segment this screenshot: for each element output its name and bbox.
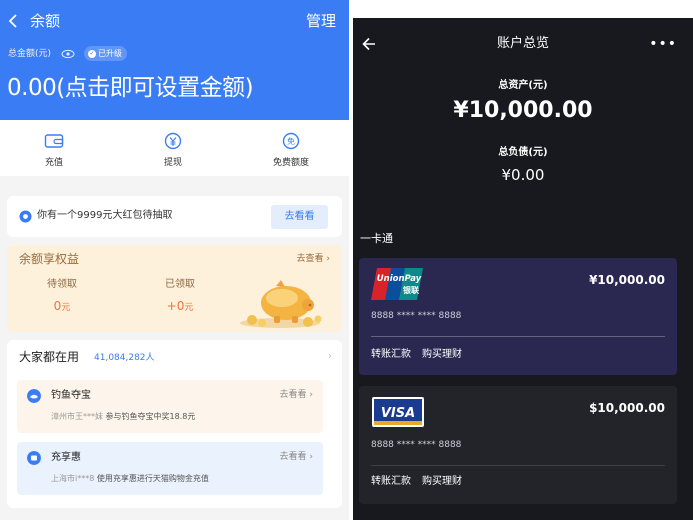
total-assets-value: ¥10,000.00 [453,98,593,123]
page-title: 账户总览 [496,36,549,51]
fishing-treasure-user: 漳州市王***妹 [51,412,103,421]
received-label: 已领取 [165,279,195,290]
balance-header: 余额 管理 总金额(元) ✓ 已升级 0.00(点击即可设置金额) [0,0,349,120]
unionpay-card[interactable]: UnionPay 银联 ¥10,000.00 8888 **** **** 88… [359,258,677,375]
free-quota-icon: 免 [282,132,300,150]
red-packet-banner: 你有一个9999元大红包待抽取 去看看 [7,196,342,237]
free-quota-label: 免费额度 [272,158,309,168]
piggy-bank-illustration [240,280,322,328]
manage-button[interactable]: 管理 [306,10,336,32]
set-amount-link[interactable]: 0.00(点击即可设置金额) [7,73,254,103]
chevron-left-icon [8,14,17,28]
charge-benefit-name: 充享惠 [51,452,81,463]
divider [371,336,665,337]
shield-icon: ✓ [88,49,96,58]
section-title: 一卡通 [360,232,393,245]
svg-text:银联: 银联 [402,285,419,295]
arrow-left-icon [362,37,375,51]
pending-value-row: 0元 [22,298,102,316]
buy-wealth-button[interactable]: 购买理财 [422,475,462,489]
back-button[interactable] [7,10,25,32]
received-value: +0 [166,299,185,313]
divider [371,465,665,466]
page-title: 余额 [30,12,61,30]
red-packet-icon [19,210,32,223]
view-red-packet-button[interactable]: 去看看 [271,205,328,229]
chevron-right-icon: › [326,254,330,264]
chevron-right-icon: › [309,452,313,462]
rights-view-label: 去查看 [296,254,324,264]
visa-card-number: 8888 **** **** 8888 [371,440,462,450]
transfer-button[interactable]: 转账汇款 [371,348,411,362]
visa-balance: $10,000.00 [589,401,665,415]
pending-label: 待领取 [47,279,77,290]
svg-text:VISA: VISA [381,406,415,421]
wallet-icon [44,134,64,148]
withdraw-label: 提现 [163,158,182,168]
balance-rights-card[interactable]: 余额享权益 去查看 › 待领取 0元 已领取 +0元 [7,245,342,332]
eye-icon[interactable] [61,47,75,61]
chevron-right-icon: › [309,390,313,400]
pending-rewards: 待领取 0元 [22,278,102,316]
total-liabilities-value: ¥0.00 [501,166,545,184]
charge-benefit-user: 上海市i***8 [51,474,95,483]
charge-benefit-link-label: 去看看 [279,452,307,462]
total-liabilities-label: 总负债(元) [498,147,548,158]
unionpay-actions: 转账汇款 购买理财 [371,348,462,362]
rights-title: 余额享权益 [19,252,80,266]
fishing-treasure-link-label: 去看看 [279,390,307,400]
unionpay-balance: ¥10,000.00 [589,273,665,287]
back-button[interactable] [361,35,377,53]
status-bar [353,0,693,18]
free-quota-button[interactable]: 免 免费额度 [251,120,331,176]
charge-benefit-desc-text: 使用充享惠进行天猫购物金充值 [96,474,209,483]
more-options-button[interactable]: ••• [649,35,677,53]
action-bar: 充值 提现 免 免费额度 [0,120,349,176]
visa-logo: VISA [372,397,424,427]
received-value-row: +0元 [140,298,220,316]
charge-benefit-item[interactable]: 充享惠 去看看 › 上海市i***8 使用充享惠进行天猫购物金充值 [17,442,323,495]
fishing-icon [27,389,41,403]
charge-benefit-link[interactable]: 去看看 › [280,451,314,464]
recharge-button[interactable]: 充值 [14,120,94,176]
visa-card[interactable]: VISA $10,000.00 8888 **** **** 8888 转账汇款… [359,386,677,504]
charge-icon [27,451,41,465]
received-rewards: 已领取 +0元 [140,278,220,316]
yuan-withdraw-icon [164,132,182,150]
unionpay-card-number: 8888 **** **** 8888 [371,311,462,321]
total-assets-label: 总资产(元) [498,80,548,91]
fishing-treasure-link[interactable]: 去看看 › [280,389,314,402]
buy-wealth-button[interactable]: 购买理财 [422,348,462,362]
fishing-treasure-desc-text: 参与钓鱼夺宝中奖18.8元 [105,412,196,421]
popular-user-count: 41,084,282人 [94,353,155,363]
popular-title: 大家都在用 [19,350,80,364]
fishing-treasure-desc: 漳州市王***妹 参与钓鱼夺宝中奖18.8元 [51,411,195,423]
unionpay-logo: UnionPay 银联 [371,268,423,300]
rights-view-link[interactable]: 去查看 › [297,252,331,266]
upgraded-badge: ✓ 已升级 [84,46,127,61]
pending-unit: 元 [61,303,71,313]
transfer-button[interactable]: 转账汇款 [371,475,411,489]
chevron-right-icon[interactable]: › [328,351,332,362]
received-unit: 元 [184,303,194,313]
svg-text:UnionPay: UnionPay [377,274,422,284]
red-packet-text: 你有一个9999元大红包待抽取 [37,210,173,221]
account-overview-screen: 账户总览 ••• 总资产(元) ¥10,000.00 总负债(元) ¥0.00 … [353,0,693,520]
charge-benefit-desc: 上海市i***8 使用充享惠进行天猫购物金充值 [51,473,209,485]
svg-text:免: 免 [287,136,295,146]
withdraw-button[interactable]: 提现 [133,120,213,176]
popular-services-card: 大家都在用 41,084,282人 › 钓鱼夺宝 去看看 › 漳州市王***妹 … [7,340,342,508]
visa-actions: 转账汇款 购买理财 [371,475,462,489]
upgraded-badge-label: 已升级 [98,49,122,58]
balance-screen: 余额 管理 总金额(元) ✓ 已升级 0.00(点击即可设置金额) 充值 提现 [0,0,349,520]
recharge-label: 充值 [44,158,63,168]
fishing-treasure-name: 钓鱼夺宝 [51,390,91,401]
fishing-treasure-item[interactable]: 钓鱼夺宝 去看看 › 漳州市王***妹 参与钓鱼夺宝中奖18.8元 [17,380,323,433]
total-amount-label: 总金额(元) [8,49,52,59]
